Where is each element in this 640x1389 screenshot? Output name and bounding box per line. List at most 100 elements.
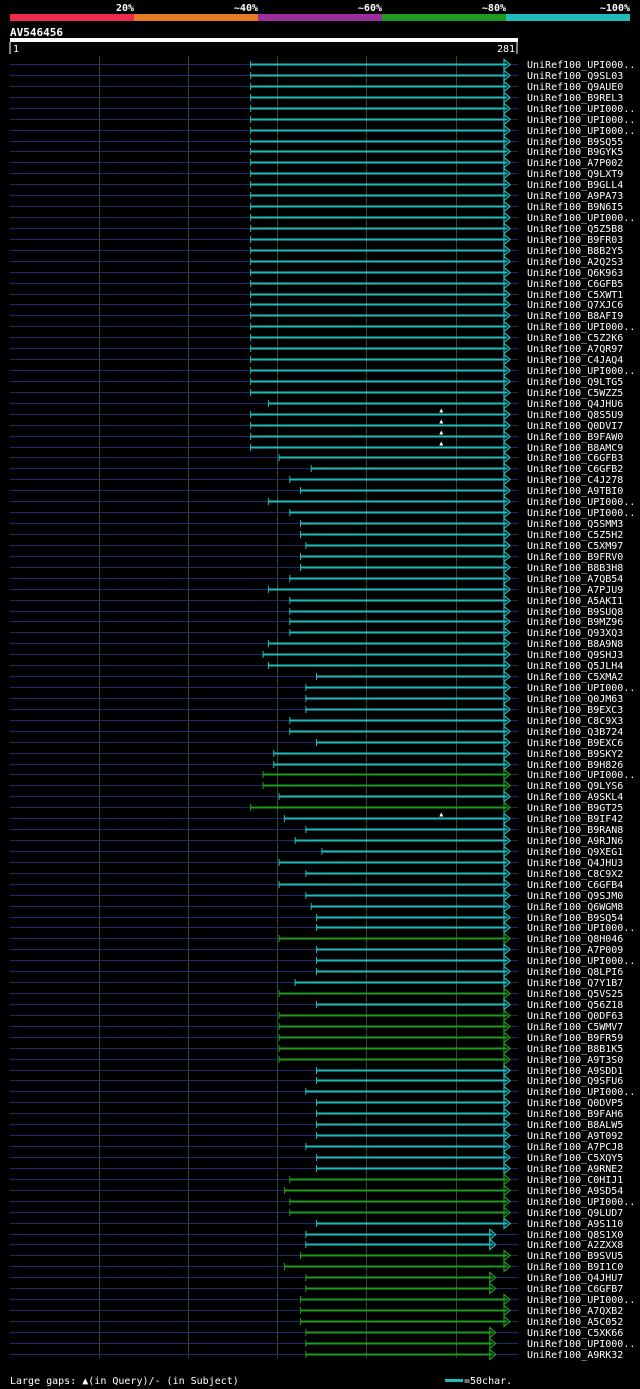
hit-name[interactable]: UniRef100_UPI000.. bbox=[527, 104, 635, 115]
hit-name[interactable]: UniRef100_Q9LYS6 bbox=[527, 781, 623, 792]
hit-row[interactable]: UniRef100_UPI000.. bbox=[10, 1337, 635, 1351]
hit-name[interactable]: UniRef100_Q4JHU6 bbox=[527, 399, 623, 410]
hit-row[interactable]: UniRef100_Q5VS25 bbox=[10, 987, 623, 1001]
hit-row[interactable]: UniRef100_Q6WGM8 bbox=[10, 900, 623, 914]
hit-row[interactable]: UniRef100_B9RAN8 bbox=[10, 823, 623, 837]
hit-row[interactable]: UniRef100_A7PCJ8 bbox=[10, 1140, 623, 1154]
hit-name[interactable]: UniRef100_B8AFI9 bbox=[527, 311, 623, 322]
hit-name[interactable]: UniRef100_UPI000.. bbox=[527, 683, 635, 694]
hit-row[interactable]: UniRef100_C5Z2K6 bbox=[10, 331, 623, 345]
hit-name[interactable]: UniRef100_UPI000.. bbox=[527, 1295, 635, 1306]
hit-name[interactable]: UniRef100_C5XQY5 bbox=[527, 1153, 623, 1164]
hit-name[interactable]: UniRef100_B8A9N8 bbox=[527, 639, 623, 650]
hit-name[interactable]: UniRef100_A9T092 bbox=[527, 1131, 623, 1142]
hit-name[interactable]: UniRef100_A9TBI0 bbox=[527, 486, 623, 497]
hit-row[interactable]: UniRef100_B9SKY2 bbox=[10, 747, 623, 761]
hit-row[interactable]: UniRef100_UPI000.. bbox=[10, 364, 635, 378]
hit-row[interactable]: UniRef100_B9SVU5 bbox=[10, 1249, 623, 1263]
hit-name[interactable]: UniRef100_UPI000.. bbox=[527, 322, 635, 333]
hit-name[interactable]: UniRef100_Q8S5U9 bbox=[527, 410, 623, 421]
hit-name[interactable]: UniRef100_A7QR97 bbox=[527, 344, 623, 355]
hit-name[interactable]: UniRef100_Q5Z5B8 bbox=[527, 224, 623, 235]
hit-name[interactable]: UniRef100_C6GFB7 bbox=[527, 1284, 623, 1295]
hit-row[interactable]: UniRef100_A7P002 bbox=[10, 156, 623, 170]
hit-row[interactable]: UniRef100_Q8H046 bbox=[10, 932, 623, 946]
hit-row[interactable]: UniRef100_B9GT25 bbox=[10, 801, 623, 815]
hit-row[interactable]: UniRef100_C0HIJ1 bbox=[10, 1173, 623, 1187]
hit-name[interactable]: UniRef100_C4JAQ4 bbox=[527, 355, 623, 366]
hit-name[interactable]: UniRef100_A9S110 bbox=[527, 1219, 623, 1230]
hit-row[interactable]: UniRef100_C5XM97 bbox=[10, 539, 623, 553]
hit-name[interactable]: UniRef100_A7PJU9 bbox=[527, 585, 623, 596]
hit-name[interactable]: UniRef100_A9RK32 bbox=[527, 1350, 623, 1361]
hit-row[interactable]: UniRef100_B9FAW0 bbox=[10, 430, 623, 444]
hit-name[interactable]: UniRef100_UPI000.. bbox=[527, 508, 635, 519]
hit-row[interactable]: UniRef100_UPI000.. bbox=[10, 320, 635, 334]
hit-name[interactable]: UniRef100_C0HIJ1 bbox=[527, 1175, 623, 1186]
hit-name[interactable]: UniRef100_B9N6I5 bbox=[527, 202, 623, 213]
hit-row[interactable]: UniRef100_Q0DF63 bbox=[10, 1009, 623, 1023]
hit-name[interactable]: UniRef100_UPI000.. bbox=[527, 60, 635, 71]
hit-row[interactable]: UniRef100_UPI000.. bbox=[10, 1195, 635, 1209]
hit-name[interactable]: UniRef100_B9I1C0 bbox=[527, 1262, 623, 1273]
hit-name[interactable]: UniRef100_A2Q2S3 bbox=[527, 257, 623, 268]
hit-name[interactable]: UniRef100_B9SVU5 bbox=[527, 1251, 623, 1262]
hit-name[interactable]: UniRef100_C5Z2K6 bbox=[527, 333, 623, 344]
hit-row[interactable]: UniRef100_Q9SL03 bbox=[10, 69, 623, 83]
hit-row[interactable]: UniRef100_B8B3H8 bbox=[10, 561, 623, 575]
hit-row[interactable]: UniRef100_Q9AUE0 bbox=[10, 80, 623, 94]
hit-name[interactable]: UniRef100_UPI000.. bbox=[527, 497, 635, 508]
hit-name[interactable]: UniRef100_B9MZ96 bbox=[527, 617, 623, 628]
hit-row[interactable]: UniRef100_A9SKL4 bbox=[10, 790, 623, 804]
hit-name[interactable]: UniRef100_B9FR03 bbox=[527, 235, 623, 246]
hit-name[interactable]: UniRef100_UPI000.. bbox=[527, 956, 635, 967]
hit-row[interactable]: UniRef100_C6GFB5 bbox=[10, 277, 623, 291]
hit-row[interactable]: UniRef100_A9T092 bbox=[10, 1129, 623, 1143]
hit-row[interactable]: UniRef100_Q5JLH4 bbox=[10, 659, 623, 673]
hit-name[interactable]: UniRef100_UPI000.. bbox=[527, 366, 635, 377]
hit-name[interactable]: UniRef100_UPI000.. bbox=[527, 1087, 635, 1098]
hit-row[interactable]: UniRef100_A7P009 bbox=[10, 943, 623, 957]
hit-row[interactable]: UniRef100_Q4JHU6 bbox=[10, 397, 623, 411]
hit-row[interactable]: UniRef100_Q7Y1B7 bbox=[10, 976, 623, 990]
hit-name[interactable]: UniRef100_C5WMV7 bbox=[527, 1022, 623, 1033]
hit-name[interactable]: UniRef100_B9SKY2 bbox=[527, 749, 623, 760]
hit-name[interactable]: UniRef100_Q56Z18 bbox=[527, 1000, 623, 1011]
hit-name[interactable]: UniRef100_B9FRV0 bbox=[527, 552, 623, 563]
hit-row[interactable]: UniRef100_Q0JM63 bbox=[10, 692, 623, 706]
hit-row[interactable]: UniRef100_B8ALW5 bbox=[10, 1118, 623, 1132]
hit-row[interactable]: UniRef100_Q9SHJ3 bbox=[10, 648, 623, 662]
hit-row[interactable]: UniRef100_UPI000.. bbox=[10, 681, 635, 695]
hit-name[interactable]: UniRef100_B9RAN8 bbox=[527, 825, 623, 836]
hit-row[interactable]: UniRef100_C5XK66 bbox=[10, 1326, 623, 1340]
hit-row[interactable]: UniRef100_B9MZ96 bbox=[10, 615, 623, 629]
hit-name[interactable]: UniRef100_C8C9X2 bbox=[527, 869, 623, 880]
hit-name[interactable]: UniRef100_A7PCJ8 bbox=[527, 1142, 623, 1153]
hit-row[interactable]: UniRef100_C5XQY5 bbox=[10, 1151, 623, 1165]
hit-name[interactable]: UniRef100_Q9AUE0 bbox=[527, 82, 623, 93]
hit-name[interactable]: UniRef100_Q5JLH4 bbox=[527, 661, 623, 672]
hit-row[interactable]: UniRef100_UPI000.. bbox=[10, 102, 635, 116]
hit-name[interactable]: UniRef100_B9FR59 bbox=[527, 1033, 623, 1044]
hit-row[interactable]: UniRef100_B9FRV0 bbox=[10, 550, 623, 564]
hit-name[interactable]: UniRef100_C5XM97 bbox=[527, 541, 623, 552]
hit-name[interactable]: UniRef100_Q9SHJ3 bbox=[527, 650, 623, 661]
hit-row[interactable]: UniRef100_C5WZZ5 bbox=[10, 386, 623, 400]
hit-name[interactable]: UniRef100_C6GFB5 bbox=[527, 279, 623, 290]
hit-name[interactable]: UniRef100_B9GYK5 bbox=[527, 147, 623, 158]
hit-name[interactable]: UniRef100_A5AKI1 bbox=[527, 596, 623, 607]
hit-row[interactable]: UniRef100_B9EXC6 bbox=[10, 736, 623, 750]
hit-name[interactable]: UniRef100_Q9SFU6 bbox=[527, 1076, 623, 1087]
hit-name[interactable]: UniRef100_Q0DF63 bbox=[527, 1011, 623, 1022]
hit-row[interactable]: UniRef100_UPI000.. bbox=[10, 954, 635, 968]
hit-name[interactable]: UniRef100_A7P009 bbox=[527, 945, 623, 956]
hit-name[interactable]: UniRef100_A7P002 bbox=[527, 158, 623, 169]
hit-name[interactable]: UniRef100_Q9SJM0 bbox=[527, 891, 623, 902]
hit-name[interactable]: UniRef100_UPI000.. bbox=[527, 126, 635, 137]
hit-row[interactable]: UniRef100_A9RNE2 bbox=[10, 1162, 623, 1176]
hit-row[interactable]: UniRef100_Q93XQ3 bbox=[10, 626, 623, 640]
hit-row[interactable]: UniRef100_B9REL3 bbox=[10, 91, 623, 105]
hit-name[interactable]: UniRef100_Q9SL03 bbox=[527, 71, 623, 82]
hit-row[interactable]: UniRef100_Q9SJM0 bbox=[10, 889, 623, 903]
hit-row[interactable]: UniRef100_Q9LXT9 bbox=[10, 167, 623, 181]
